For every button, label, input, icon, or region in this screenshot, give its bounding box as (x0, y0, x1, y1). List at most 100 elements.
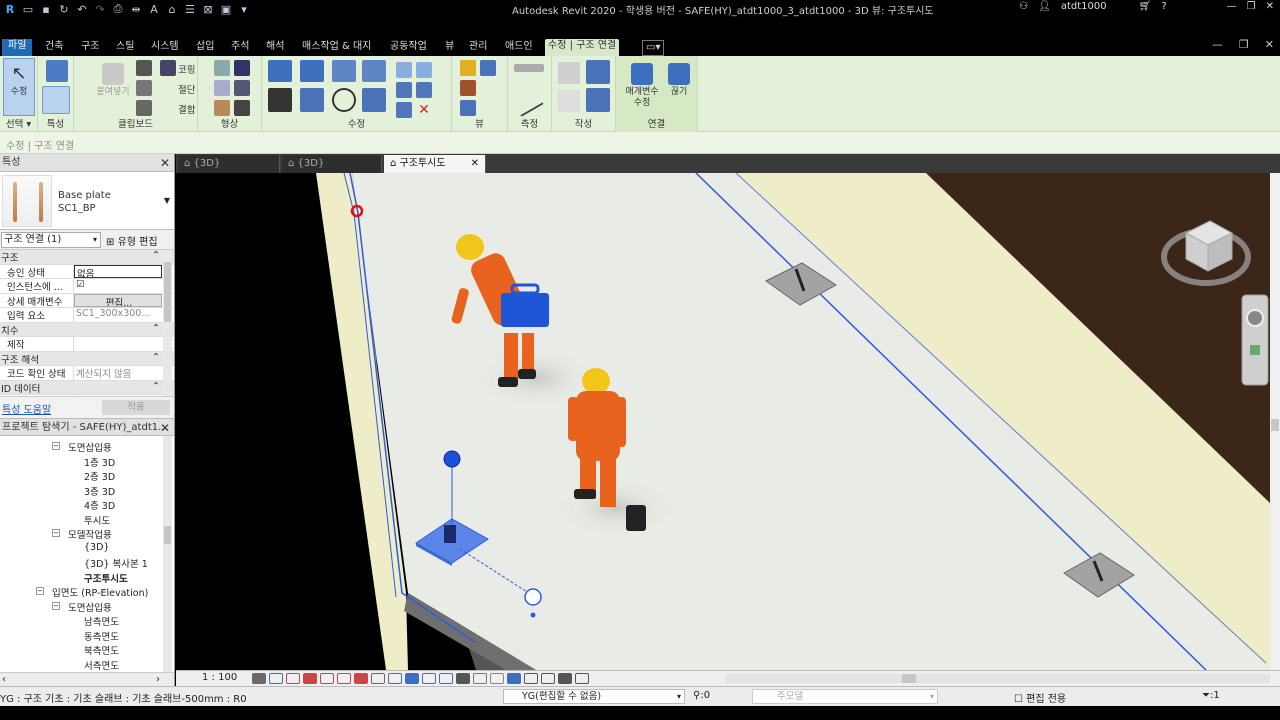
close-icon[interactable]: ✕ (1266, 1, 1274, 12)
copy-element-icon[interactable] (300, 88, 324, 112)
workset-select[interactable]: YG(편집할 수 없음) ▾ (503, 689, 685, 704)
cart-icon[interactable]: 🛒︎ (1139, 1, 1152, 12)
disconnect-button[interactable]: 끊기 (664, 58, 694, 116)
user-name[interactable]: atdt1000 (1061, 1, 1107, 12)
copy-icon[interactable] (136, 80, 152, 96)
thin-lines-icon[interactable]: ☰ (182, 1, 198, 17)
filter-selection[interactable]: ⏷:1 (1202, 690, 1220, 701)
binoculars-icon[interactable]: ⚇ (1019, 1, 1028, 12)
ribbon-tab-5[interactable]: 삽입 (193, 40, 217, 56)
ribbon-tab-2[interactable]: 구조 (78, 40, 102, 56)
browser-scrollbar[interactable] (163, 436, 172, 672)
collapse-icon[interactable]: ⌃ (152, 352, 160, 366)
view-tab-2[interactable]: ⌂ 구조투시도 ✕ (384, 155, 486, 173)
ribbon-tab-11[interactable]: 관리 (466, 40, 490, 56)
undo-icon[interactable]: ↶ (74, 1, 90, 17)
scale-icon[interactable] (416, 82, 432, 98)
chevron-down-icon[interactable]: ▼ (164, 196, 170, 205)
ribbon-minimize-icon[interactable]: ▭▾ (642, 40, 665, 56)
rotate-icon[interactable] (332, 88, 356, 112)
split-gap-icon[interactable] (416, 62, 432, 78)
editable-only-toggle[interactable]: ☐ 편집 전용 (1014, 690, 1066, 705)
view-option-2-icon[interactable] (541, 673, 555, 684)
open-icon[interactable]: ▭ (20, 1, 36, 17)
view-tab-0[interactable]: ⌂ {3D} (178, 155, 280, 173)
ribbon-tab-0[interactable]: 파일 (2, 39, 33, 56)
join-geometry-icon[interactable] (234, 100, 250, 116)
analytical-model-icon[interactable] (456, 673, 470, 684)
render-icon[interactable] (320, 673, 334, 684)
help-icon[interactable]: ? (1161, 1, 1166, 12)
array-icon[interactable] (396, 82, 412, 98)
properties-toggle-icon[interactable] (42, 86, 70, 114)
redo-icon[interactable]: ↷ (92, 1, 108, 17)
match-type-icon[interactable] (136, 100, 152, 116)
ribbon-tab-6[interactable]: 주석 (228, 40, 252, 56)
collapse-icon[interactable]: ⌃ (152, 250, 160, 264)
ribbon-tab-3[interactable]: 스틸 (113, 40, 137, 56)
temp-properties-icon[interactable] (422, 673, 436, 684)
type-properties-icon[interactable] (46, 60, 68, 82)
collapse-icon[interactable]: ⌃ (152, 323, 160, 337)
ribbon-tab-8[interactable]: 매스작업 & 대지 (299, 40, 374, 56)
paint-icon[interactable] (234, 60, 250, 76)
override-graphics-icon[interactable] (460, 60, 476, 76)
collapse-toggle-icon[interactable]: − (52, 529, 60, 537)
ribbon-tab-10[interactable]: 뷰 (442, 40, 457, 56)
paste-button[interactable]: 붙여넣기 (88, 58, 138, 116)
hide-icon[interactable] (480, 60, 496, 76)
ribbon-tab-9[interactable]: 공동작업 (387, 40, 430, 56)
viewport-vscroll[interactable] (1270, 173, 1280, 670)
view-tab-1[interactable]: ⌂ {3D} (282, 155, 382, 173)
collapse-toggle-icon[interactable]: − (36, 587, 44, 595)
property-value[interactable]: ☑ (74, 279, 174, 293)
wall-icon[interactable] (214, 100, 230, 116)
view-option-1-icon[interactable] (524, 673, 538, 684)
browser-item[interactable]: {3D} 복사본 1 (84, 556, 148, 570)
view-option-3-icon[interactable] (558, 673, 572, 684)
property-value[interactable]: 없음 (74, 264, 162, 278)
doc-restore-icon[interactable]: ❐ (1239, 38, 1249, 51)
element-filter-select[interactable]: 구조 연결 (1) ▾ (1, 232, 101, 248)
ribbon-tab-12[interactable]: 애드인 (502, 40, 536, 56)
create-group-icon[interactable] (558, 90, 580, 112)
cut-geometry-label[interactable]: 절단 (178, 82, 195, 96)
grip-point[interactable] (530, 612, 536, 618)
temp-hide-icon[interactable] (388, 673, 402, 684)
print-icon[interactable]: ⎙ (110, 1, 126, 17)
close-tab-icon[interactable]: ✕ (471, 155, 479, 172)
dimension-icon[interactable] (510, 84, 544, 118)
close-hidden-icon[interactable]: ⊠ (200, 1, 216, 17)
wall-joins-icon[interactable] (214, 80, 230, 96)
browser-item[interactable]: 4층 3D (84, 498, 115, 512)
cut-icon[interactable] (136, 60, 152, 76)
scroll-right-icon[interactable]: › (156, 674, 160, 685)
trim-extend-icon[interactable] (362, 88, 386, 112)
browser-item[interactable]: 남측면도 (84, 614, 119, 628)
user-icon[interactable]: 👤︎ (1038, 1, 1051, 12)
cope-icon[interactable] (160, 60, 176, 76)
move-icon[interactable] (268, 88, 292, 112)
switch-windows-icon[interactable]: ▣ (218, 1, 234, 17)
property-value[interactable]: 편집... (74, 293, 162, 307)
collapse-toggle-icon[interactable]: − (52, 601, 60, 610)
ribbon-tab-13[interactable]: 수정 | 구조 연결 (545, 39, 620, 56)
create-parts-icon[interactable] (586, 60, 610, 84)
design-option-select[interactable]: 주모델 ▾ (752, 689, 938, 704)
create-assembly-icon[interactable] (558, 62, 580, 84)
display-icon[interactable] (507, 673, 521, 684)
linework-icon[interactable] (460, 80, 476, 96)
scroll-left-icon[interactable]: ‹ (2, 674, 6, 685)
select-panel-label[interactable]: 선택 ▾ (0, 116, 37, 130)
ribbon-tab-4[interactable]: 시스템 (148, 40, 182, 56)
browser-item[interactable]: {3D} (84, 542, 109, 553)
sync-icon[interactable]: ↻ (56, 1, 72, 17)
join-label[interactable]: 결합 (178, 102, 195, 116)
mirror-axis-icon[interactable] (332, 60, 356, 82)
modify-parameters-button[interactable]: 매개변수 수정 (620, 58, 664, 116)
browser-item[interactable]: 모델작업용 (68, 527, 112, 541)
customize-qat-icon[interactable]: ▾ (236, 1, 252, 17)
create-similar-icon[interactable] (586, 88, 610, 112)
browser-item[interactable]: 투시도 (84, 513, 110, 527)
model-canvas[interactable] (176, 173, 1270, 670)
